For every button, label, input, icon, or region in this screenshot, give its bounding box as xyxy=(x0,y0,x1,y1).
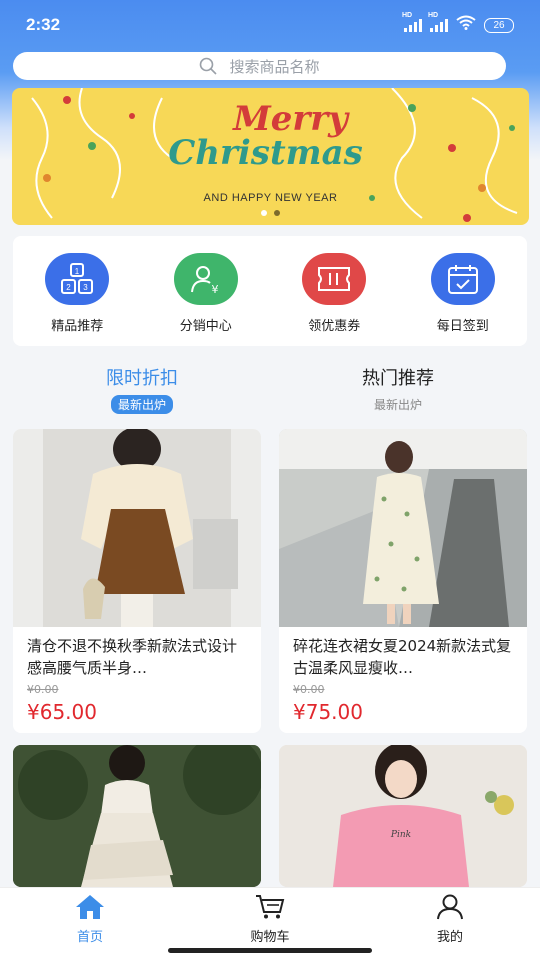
promo-banner[interactable]: Merry Christmas AND HAPPY NEW YEAR xyxy=(12,88,529,225)
quick-action-checkin[interactable]: 每日签到 xyxy=(413,253,513,346)
product-card[interactable]: 碎花连衣裙女夏2024新款法式复古温柔风显瘦收… ¥0.00 ¥75.00 xyxy=(279,429,527,733)
status-time: 2:32 xyxy=(26,15,61,34)
hd-label-2: HD xyxy=(428,12,439,19)
svg-text:3: 3 xyxy=(84,283,89,292)
tab-subtitle: 最新出炉 xyxy=(373,398,422,412)
nav-label: 首页 xyxy=(76,930,103,945)
quick-action-label: 精品推荐 xyxy=(51,319,104,334)
nav-profile[interactable]: 我的 xyxy=(360,888,540,960)
product-card[interactable]: Pink xyxy=(279,745,527,887)
quick-action-distribution[interactable]: ¥ 分销中心 xyxy=(156,253,256,346)
pagination-dot-active xyxy=(261,210,267,216)
grid-blocks-icon: 12 3 xyxy=(45,253,110,305)
banner-title: Merry Christmas xyxy=(12,102,529,170)
user-yen-icon: ¥ xyxy=(173,253,238,305)
hd-label: HD xyxy=(402,12,413,19)
product-title: 清仓不退不换秋季新款法式设计感高腰气质半身… xyxy=(27,637,238,677)
product-title: 碎花连衣裙女夏2024新款法式复古温柔风显瘦收… xyxy=(293,637,512,677)
product-image: Pink xyxy=(279,745,527,887)
cart-icon xyxy=(255,894,285,924)
product-original-price: ¥0.00 xyxy=(293,683,325,696)
product-card[interactable] xyxy=(13,745,261,887)
tab-hot-recommend[interactable]: 热门推荐 最新出炉 xyxy=(298,364,498,414)
banner-title-line1: Merry xyxy=(233,99,348,139)
status-icons: HD HD 26 xyxy=(402,12,514,35)
quick-action-label: 分销中心 xyxy=(179,319,232,334)
svg-text:1: 1 xyxy=(75,267,80,276)
calendar-check-icon xyxy=(430,253,495,305)
wifi-icon xyxy=(456,15,476,35)
product-original-price: ¥0.00 xyxy=(27,683,59,696)
banner-title-line2: Christmas xyxy=(168,133,363,173)
signal-icon: HD xyxy=(402,12,422,32)
quick-action-featured[interactable]: 12 3 精品推荐 xyxy=(27,253,127,346)
quick-action-coupons[interactable]: 领优惠券 xyxy=(284,253,384,346)
ticket-icon xyxy=(302,253,367,305)
product-image xyxy=(13,745,261,887)
tab-title: 限时折扣 xyxy=(106,368,178,389)
tab-title: 热门推荐 xyxy=(362,368,434,389)
signal-icon-2: HD xyxy=(428,12,448,32)
product-tabs: 限时折扣 最新出炉 热门推荐 最新出炉 xyxy=(0,364,540,416)
banner-pagination xyxy=(12,210,529,216)
quick-actions: 12 3 精品推荐 ¥ 分销中心 领优惠券 每日签到 xyxy=(13,236,527,346)
quick-action-label: 领优惠券 xyxy=(308,319,361,334)
home-indicator[interactable] xyxy=(168,948,372,953)
nav-label: 购物车 xyxy=(250,930,290,945)
status-bar: 2:32 HD HD 26 xyxy=(0,0,540,50)
tab-subtitle-badge: 最新出炉 xyxy=(110,395,173,414)
svg-text:¥: ¥ xyxy=(211,283,218,296)
search-icon xyxy=(199,57,218,75)
user-icon xyxy=(435,894,465,924)
search-input[interactable]: 搜索商品名称 xyxy=(13,52,506,80)
home-icon xyxy=(75,894,105,924)
banner-subtitle: AND HAPPY NEW YEAR xyxy=(203,192,338,204)
pagination-dot xyxy=(274,210,280,216)
nav-home[interactable]: 首页 xyxy=(0,888,180,960)
product-price: ¥65.00 xyxy=(27,700,97,724)
product-price: ¥75.00 xyxy=(293,700,363,724)
tab-flash-sale[interactable]: 限时折扣 最新出炉 xyxy=(42,364,242,414)
svg-text:2: 2 xyxy=(67,283,72,292)
search-placeholder: 搜索商品名称 xyxy=(229,57,320,76)
battery-indicator: 26 xyxy=(484,17,514,33)
product-card[interactable]: 清仓不退不换秋季新款法式设计感高腰气质半身… ¥0.00 ¥65.00 xyxy=(13,429,261,733)
quick-action-label: 每日签到 xyxy=(436,319,489,334)
product-image xyxy=(279,429,527,627)
svg-text:Pink: Pink xyxy=(390,830,411,840)
product-image xyxy=(13,429,261,627)
nav-label: 我的 xyxy=(436,930,463,945)
